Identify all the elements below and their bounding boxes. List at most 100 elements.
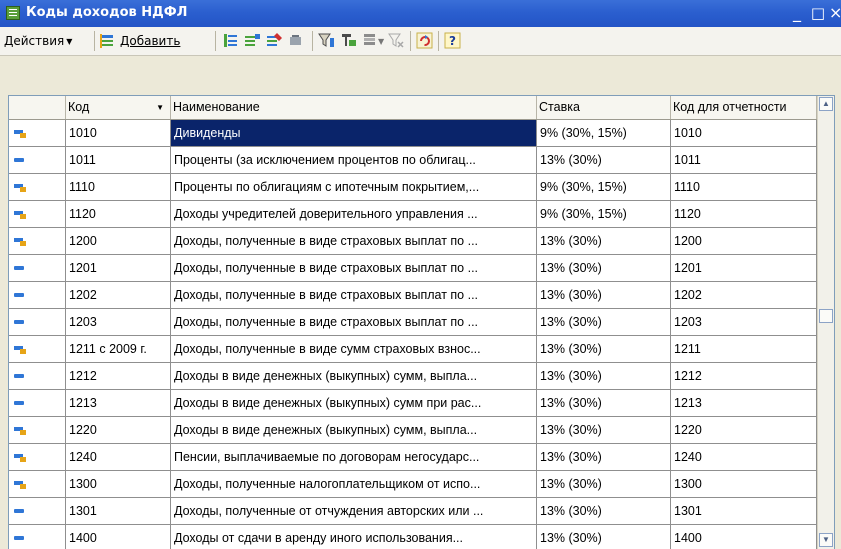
- report-code-cell[interactable]: 1220: [671, 417, 817, 444]
- header-icon-column[interactable]: [9, 96, 66, 119]
- code-cell[interactable]: 1110: [66, 174, 171, 201]
- rate-cell[interactable]: 13% (30%): [537, 228, 671, 255]
- name-cell[interactable]: Доходы, полученные в виде сумм страховых…: [171, 336, 537, 363]
- report-code-cell[interactable]: 1011: [671, 147, 817, 174]
- rate-cell[interactable]: 9% (30%, 15%): [537, 201, 671, 228]
- name-cell[interactable]: Доходы учредителей доверительного управл…: [171, 201, 537, 228]
- header-name[interactable]: Наименование: [171, 96, 537, 119]
- name-cell[interactable]: Доходы, полученные в виде страховых выпл…: [171, 228, 537, 255]
- rate-cell[interactable]: 13% (30%): [537, 390, 671, 417]
- code-cell[interactable]: 1400: [66, 525, 171, 549]
- report-code-cell[interactable]: 1201: [671, 255, 817, 282]
- code-cell[interactable]: 1203: [66, 309, 171, 336]
- code-cell[interactable]: 1213: [66, 390, 171, 417]
- add-group-icon[interactable]: [222, 32, 239, 49]
- table-row[interactable]: 1110 Проценты по облигациям с ипотечным п…: [9, 174, 817, 201]
- table-row[interactable]: 1201 Доходы, полученные в виде страховых …: [9, 255, 817, 282]
- table-row[interactable]: 1010 Дивиденды 9% (30%, 15%) 1010: [9, 120, 817, 147]
- code-cell[interactable]: 1220: [66, 417, 171, 444]
- table-row[interactable]: 1011 Проценты (за исключением процентов п…: [9, 147, 817, 174]
- name-cell[interactable]: Доходы, полученные от отчуждения авторск…: [171, 498, 537, 525]
- code-cell[interactable]: 1211 с 2009 г.: [66, 336, 171, 363]
- table-row[interactable]: 1301 Доходы, полученные от отчуждения авт…: [9, 498, 817, 525]
- name-cell[interactable]: Доходы от сдачи в аренду иного использов…: [171, 525, 537, 549]
- code-cell[interactable]: 1300: [66, 471, 171, 498]
- table-row[interactable]: 1400 Доходы от сдачи в аренду иного испол…: [9, 525, 817, 549]
- report-code-cell[interactable]: 1203: [671, 309, 817, 336]
- delete-icon[interactable]: [288, 32, 305, 49]
- table-row[interactable]: 1220 Доходы в виде денежных (выкупных) су…: [9, 417, 817, 444]
- table-row[interactable]: 1240 Пенсии, выплачиваемые по договорам н…: [9, 444, 817, 471]
- rate-cell[interactable]: 13% (30%): [537, 309, 671, 336]
- refresh-icon[interactable]: [416, 32, 433, 49]
- report-code-cell[interactable]: 1300: [671, 471, 817, 498]
- report-code-cell[interactable]: 1200: [671, 228, 817, 255]
- name-cell[interactable]: Доходы в виде денежных (выкупных) сумм п…: [171, 390, 537, 417]
- rate-cell[interactable]: 13% (30%): [537, 363, 671, 390]
- code-cell[interactable]: 1212: [66, 363, 171, 390]
- code-cell[interactable]: 1301: [66, 498, 171, 525]
- code-cell[interactable]: 1201: [66, 255, 171, 282]
- clear-filter-icon[interactable]: [388, 32, 405, 49]
- report-code-cell[interactable]: 1213: [671, 390, 817, 417]
- scroll-down-button[interactable]: ▼: [819, 533, 833, 547]
- codes-table[interactable]: Код ▼ Наименование Ставка Код для отчетн…: [8, 95, 835, 549]
- vertical-scrollbar[interactable]: ▲ ▼: [817, 96, 834, 549]
- table-row[interactable]: 1213 Доходы в виде денежных (выкупных) су…: [9, 390, 817, 417]
- name-cell[interactable]: Доходы, полученные в виде страховых выпл…: [171, 309, 537, 336]
- list-view-icon[interactable]: [362, 32, 379, 49]
- code-cell[interactable]: 1010: [66, 120, 171, 147]
- name-cell[interactable]: Пенсии, выплачиваемые по договорам негос…: [171, 444, 537, 471]
- report-code-cell[interactable]: 1212: [671, 363, 817, 390]
- report-code-cell[interactable]: 1301: [671, 498, 817, 525]
- rate-cell[interactable]: 13% (30%): [537, 471, 671, 498]
- help-icon[interactable]: ?: [444, 32, 461, 49]
- tree-icon[interactable]: [340, 32, 357, 49]
- filter-icon[interactable]: [318, 32, 335, 49]
- rate-cell[interactable]: 9% (30%, 15%): [537, 174, 671, 201]
- maximize-button[interactable]: □: [808, 3, 828, 23]
- report-code-cell[interactable]: 1120: [671, 201, 817, 228]
- code-cell[interactable]: 1202: [66, 282, 171, 309]
- report-code-cell[interactable]: 1202: [671, 282, 817, 309]
- table-row[interactable]: 1200 Доходы, полученные в виде страховых …: [9, 228, 817, 255]
- scroll-up-button[interactable]: ▲: [819, 97, 833, 111]
- table-row[interactable]: 1202 Доходы, полученные в виде страховых …: [9, 282, 817, 309]
- code-cell[interactable]: 1200: [66, 228, 171, 255]
- name-cell[interactable]: Проценты (за исключением процентов по об…: [171, 147, 537, 174]
- minimize-button[interactable]: _: [787, 3, 807, 23]
- table-row[interactable]: 1300 Доходы, полученные налогоплательщико…: [9, 471, 817, 498]
- code-cell[interactable]: 1240: [66, 444, 171, 471]
- rate-cell[interactable]: 13% (30%): [537, 336, 671, 363]
- header-code[interactable]: Код ▼: [66, 96, 171, 119]
- actions-menu-button[interactable]: Действия ▼: [4, 31, 72, 51]
- header-report-code[interactable]: Код для отчетности: [671, 96, 817, 119]
- rate-cell[interactable]: 13% (30%): [537, 444, 671, 471]
- rate-cell[interactable]: 13% (30%): [537, 525, 671, 549]
- report-code-cell[interactable]: 1400: [671, 525, 817, 549]
- name-cell[interactable]: Проценты по облигациям с ипотечным покры…: [171, 174, 537, 201]
- table-row[interactable]: 1203 Доходы, полученные в виде страховых …: [9, 309, 817, 336]
- name-cell[interactable]: Доходы в виде денежных (выкупных) сумм, …: [171, 363, 537, 390]
- name-cell[interactable]: Доходы, полученные в виде страховых выпл…: [171, 255, 537, 282]
- rate-cell[interactable]: 13% (30%): [537, 282, 671, 309]
- rate-cell[interactable]: 13% (30%): [537, 255, 671, 282]
- report-code-cell[interactable]: 1110: [671, 174, 817, 201]
- table-row[interactable]: 1120 Доходы учредителей доверительного уп…: [9, 201, 817, 228]
- rate-cell[interactable]: 13% (30%): [537, 417, 671, 444]
- edit-icon[interactable]: [266, 32, 283, 49]
- name-cell[interactable]: Доходы, полученные в виде страховых выпл…: [171, 282, 537, 309]
- name-cell[interactable]: Дивиденды: [171, 120, 537, 147]
- chevron-down-icon[interactable]: ▼: [378, 37, 384, 46]
- report-code-cell[interactable]: 1010: [671, 120, 817, 147]
- title-bar[interactable]: Коды доходов НДФЛ _ □ ×: [0, 0, 841, 27]
- header-rate[interactable]: Ставка: [537, 96, 671, 119]
- rate-cell[interactable]: 13% (30%): [537, 147, 671, 174]
- scroll-thumb[interactable]: [819, 309, 833, 323]
- add-button[interactable]: Добавить: [100, 31, 210, 51]
- code-cell[interactable]: 1120: [66, 201, 171, 228]
- rate-cell[interactable]: 13% (30%): [537, 498, 671, 525]
- name-cell[interactable]: Доходы, полученные налогоплательщиком от…: [171, 471, 537, 498]
- table-row[interactable]: 1212 Доходы в виде денежных (выкупных) су…: [9, 363, 817, 390]
- report-code-cell[interactable]: 1211: [671, 336, 817, 363]
